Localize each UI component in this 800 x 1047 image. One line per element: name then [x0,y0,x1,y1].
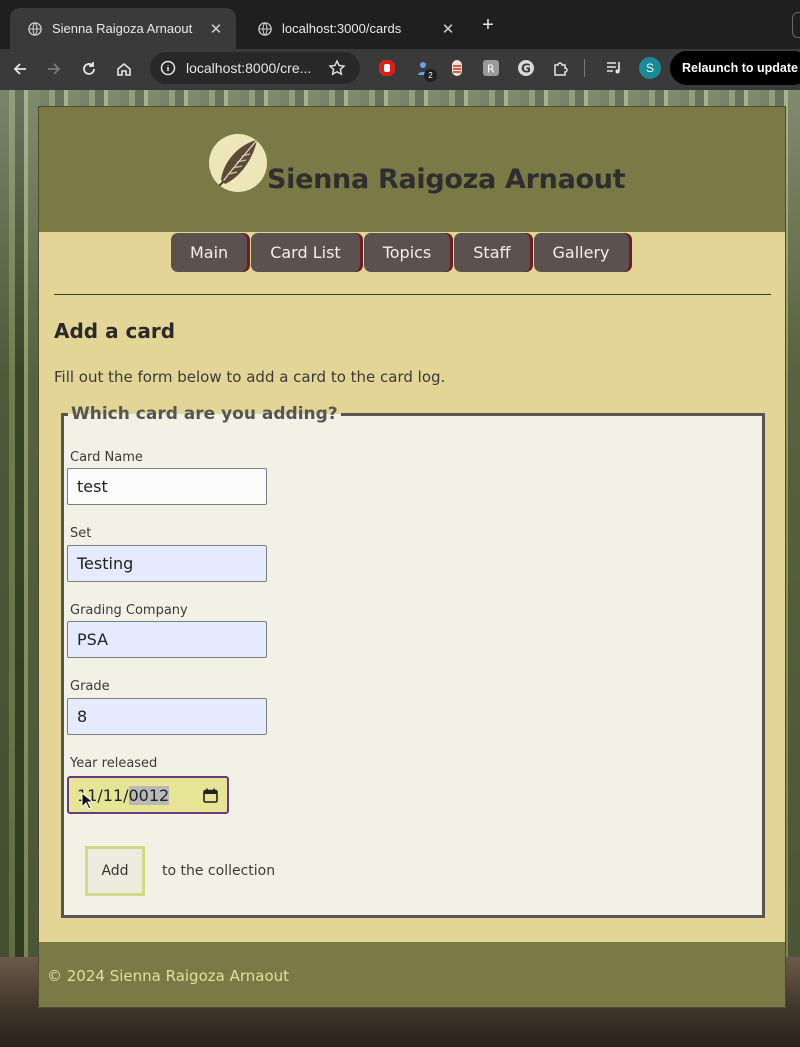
add-card-fieldset: Which card are you adding? Card Name tes… [61,404,765,918]
browser-toolbar: localhost:8000/cre... 2 R G S Relaunch t… [0,49,800,90]
extension-r-icon[interactable]: R [481,58,501,78]
page-title: Add a card [54,319,176,343]
extension-stripe-icon[interactable] [447,58,467,78]
extension-person-icon[interactable]: 2 [413,58,437,82]
back-button[interactable] [8,57,32,81]
site-title: Sienna Raigoza Arnaout [267,164,626,195]
forward-button[interactable] [42,57,66,81]
close-tab-icon[interactable]: ✕ [440,21,456,37]
home-icon [117,62,131,76]
nav-staff[interactable]: Staff [454,233,530,272]
site-container: Sienna Raigoza Arnaout Main Card List To… [38,106,786,1008]
grading-company-label: Grading Company [70,603,188,618]
fieldset-legend: Which card are you adding? [68,404,341,424]
footer-copyright: © 2024 Sienna Raigoza Arnaout [47,967,290,985]
relaunch-to-update-button[interactable]: Relaunch to update [670,51,800,85]
year-released-label: Year released [70,756,158,771]
address-bar[interactable]: localhost:8000/cre... [150,52,360,84]
bookmark-star-icon[interactable] [328,59,346,77]
reload-button[interactable] [77,57,101,81]
site-info-icon[interactable] [160,60,176,76]
toolbar-divider [583,58,585,78]
arrow-left-icon [13,63,26,75]
arrow-right-icon [48,63,61,75]
svg-text:G: G [521,62,531,76]
grade-input[interactable]: 8 [67,698,267,735]
add-button-note: to the collection [162,863,276,879]
grade-label: Grade [70,679,110,694]
extension-adblock-icon[interactable] [377,58,397,78]
nav-card-list[interactable]: Card List [251,233,360,272]
page-viewport: Sienna Raigoza Arnaout Main Card List To… [0,90,800,1047]
extension-grammar-icon[interactable]: G [516,58,536,78]
date-year-segment[interactable]: 0012 [128,785,170,805]
browser-tab-inactive[interactable]: localhost:3000/cards ✕ [240,8,468,49]
tab-title: Sienna Raigoza Arnaout [52,21,193,36]
calendar-icon[interactable] [203,788,218,803]
globe-icon [258,21,272,36]
tab-title: localhost:3000/cards [282,21,402,36]
main-nav: Main Card List Topics Staff Gallery [171,233,633,273]
set-label: Set [70,526,92,541]
site-header: Sienna Raigoza Arnaout [39,107,785,232]
feather-logo [209,134,267,192]
home-button[interactable] [112,57,136,81]
globe-icon [28,21,42,36]
divider [54,294,771,295]
reload-icon [83,62,95,75]
tab-search-button[interactable] [792,12,800,38]
card-name-input[interactable]: test [67,468,267,505]
address-url: localhost:8000/cre... [186,60,312,76]
nav-topics[interactable]: Topics [363,233,451,272]
set-input[interactable]: Testing [67,545,267,582]
mouse-cursor-icon [81,792,93,810]
add-button[interactable]: Add [85,846,145,896]
card-name-label: Card Name [70,450,143,465]
site-footer: © 2024 Sienna Raigoza Arnaout [39,942,785,1007]
puzzle-icon[interactable] [551,58,571,78]
nav-main[interactable]: Main [171,233,248,272]
new-tab-icon[interactable]: + [478,14,498,36]
page-intro: Fill out the form below to add a card to… [54,368,446,386]
extension-badge: 2 [424,69,437,82]
media-queue-icon[interactable] [604,58,624,78]
nav-gallery[interactable]: Gallery [533,233,629,272]
grading-company-input[interactable]: PSA [67,621,267,658]
browser-tab-active[interactable]: Sienna Raigoza Arnaout ✕ [10,8,236,49]
svg-text:R: R [487,63,495,76]
browser-tab-strip: Sienna Raigoza Arnaout ✕ localhost:3000/… [0,0,800,49]
date-day-segment[interactable]: 11 [103,786,123,805]
profile-avatar[interactable]: S [639,57,661,79]
feather-icon [218,139,258,187]
close-tab-icon[interactable]: ✕ [208,21,224,37]
